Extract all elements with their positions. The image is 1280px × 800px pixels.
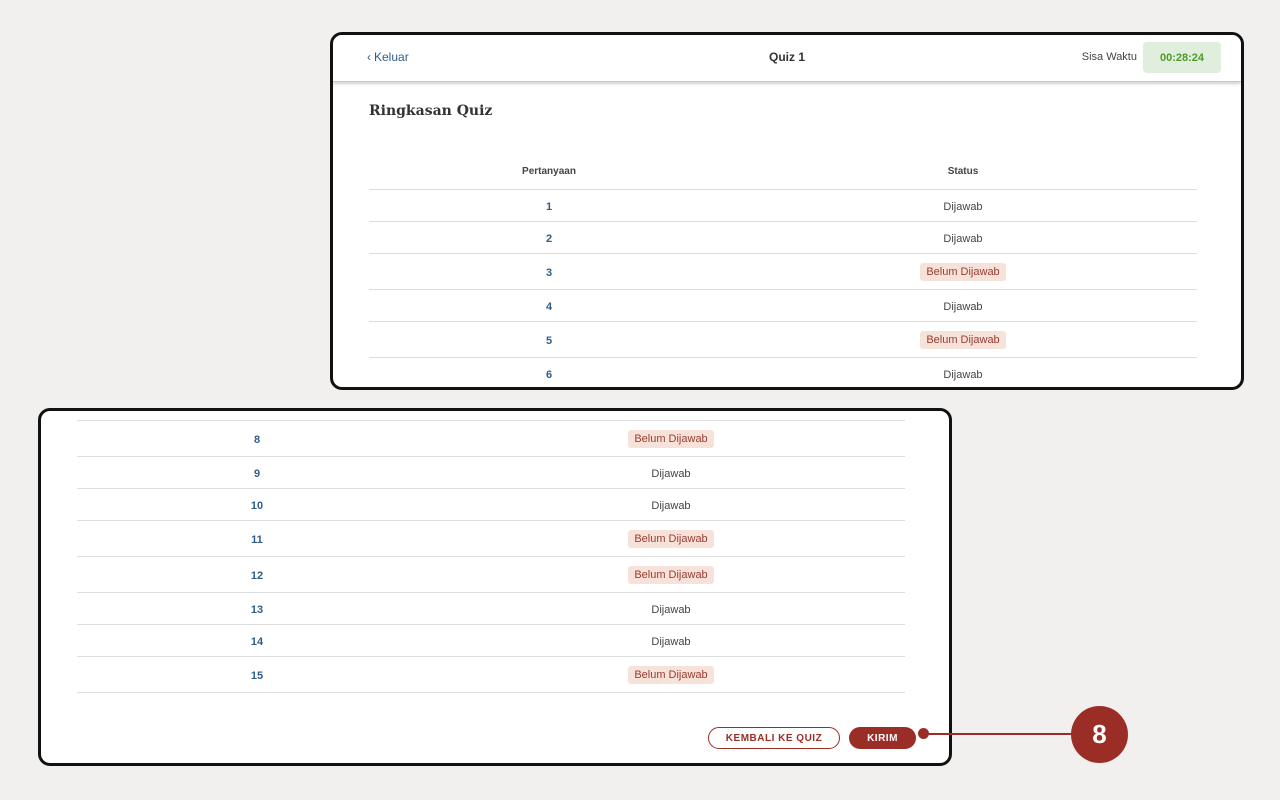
status-cell: Belum Dijawab [437,665,905,684]
status-cell: Belum Dijawab [437,429,905,448]
table-row: 13 Dijawab [77,593,905,625]
status-cell: Belum Dijawab [729,330,1197,349]
question-cell: 10 [77,496,437,514]
status-answered: Dijawab [943,200,983,213]
table-row: 9 Dijawab [77,457,905,489]
quiz-header: ‹ Keluar Quiz 1 Sisa Waktu 00:28:24 [333,35,1241,82]
status-cell: Dijawab [729,297,1197,315]
question-number-link[interactable]: 14 [251,636,263,648]
status-answered: Dijawab [651,603,691,616]
callout-number-badge: 8 [1071,706,1128,763]
status-cell: Dijawab [729,197,1197,215]
status-answered: Dijawab [943,232,983,245]
status-cell: Dijawab [437,464,905,482]
column-header-question: Pertanyaan [522,165,576,177]
summary-table-continued: 8 Belum Dijawab 9 Dijawab 10 Dijawab 11 Belum D… [77,420,905,693]
question-number-link[interactable]: 12 [251,570,263,582]
status-answered: Dijawab [651,635,691,648]
status-badge-unanswered: Belum Dijawab [920,331,1006,349]
question-number-link[interactable]: 5 [546,335,552,347]
question-number-link[interactable]: 2 [546,233,552,245]
summary-table: Pertanyaan Status 1 Dijawab 2 Dijawab 3 Belum… [369,153,1197,387]
timer-badge: 00:28:24 [1143,42,1221,73]
question-cell: 13 [77,600,437,618]
status-badge-unanswered: Belum Dijawab [628,530,714,548]
question-cell: 11 [77,530,437,548]
question-number-link[interactable]: 4 [546,301,552,313]
question-cell: 15 [77,666,437,684]
status-cell: Belum Dijawab [437,529,905,548]
status-badge-unanswered: Belum Dijawab [628,430,714,448]
question-number-link[interactable]: 9 [254,468,260,480]
question-cell: 14 [77,632,437,650]
callout-line [924,733,1074,735]
table-row: 3 Belum Dijawab [369,254,1197,290]
status-cell: Dijawab [437,496,905,514]
question-number-link[interactable]: 15 [251,670,263,682]
status-badge-unanswered: Belum Dijawab [628,566,714,584]
table-row: 11 Belum Dijawab [77,521,905,557]
table-header: Pertanyaan Status [369,153,1197,190]
table-row: 6 Dijawab [369,358,1197,387]
question-cell: 3 [369,263,729,281]
table-row: 10 Dijawab [77,489,905,521]
question-cell: 4 [369,297,729,315]
status-cell: Belum Dijawab [729,262,1197,281]
status-badge-unanswered: Belum Dijawab [920,263,1006,281]
status-cell: Dijawab [437,632,905,650]
status-cell: Dijawab [729,229,1197,247]
question-number-link[interactable]: 6 [546,369,552,381]
time-remaining-label: Sisa Waktu [1081,51,1137,63]
question-cell: 6 [369,365,729,383]
question-cell: 1 [369,197,729,215]
question-number-link[interactable]: 8 [254,434,260,446]
status-cell: Dijawab [729,365,1197,383]
column-header-status: Status [947,165,979,177]
quiz-summary-panel-bottom: 8 Belum Dijawab 9 Dijawab 10 Dijawab 11 Belum D… [38,408,952,766]
summary-title: Ringkasan Quiz [369,103,493,119]
status-badge-unanswered: Belum Dijawab [628,666,714,684]
status-answered: Dijawab [651,467,691,480]
status-answered: Dijawab [943,300,983,313]
question-number-link[interactable]: 10 [251,500,263,512]
table-row: 8 Belum Dijawab [77,421,905,457]
status-answered: Dijawab [651,499,691,512]
callout-dot [918,728,929,739]
question-cell: 5 [369,331,729,349]
table-row: 5 Belum Dijawab [369,322,1197,358]
table-row: 2 Dijawab [369,222,1197,254]
table-row: 12 Belum Dijawab [77,557,905,593]
question-cell: 9 [77,464,437,482]
table-row: 1 Dijawab [369,190,1197,222]
status-answered: Dijawab [943,368,983,381]
question-cell: 2 [369,229,729,247]
status-cell: Dijawab [437,600,905,618]
question-cell: 8 [77,430,437,448]
status-cell: Belum Dijawab [437,565,905,584]
quiz-summary-panel-top: ‹ Keluar Quiz 1 Sisa Waktu 00:28:24 Ring… [330,32,1244,390]
submit-button[interactable]: KIRIM [849,727,916,749]
question-number-link[interactable]: 1 [546,201,552,213]
question-number-link[interactable]: 11 [251,534,263,546]
table-row: 14 Dijawab [77,625,905,657]
back-to-quiz-button[interactable]: KEMBALI KE QUIZ [708,727,840,749]
question-cell: 12 [77,566,437,584]
question-number-link[interactable]: 3 [546,267,552,279]
table-row: 15 Belum Dijawab [77,657,905,693]
table-row: 4 Dijawab [369,290,1197,322]
question-number-link[interactable]: 13 [251,604,263,616]
